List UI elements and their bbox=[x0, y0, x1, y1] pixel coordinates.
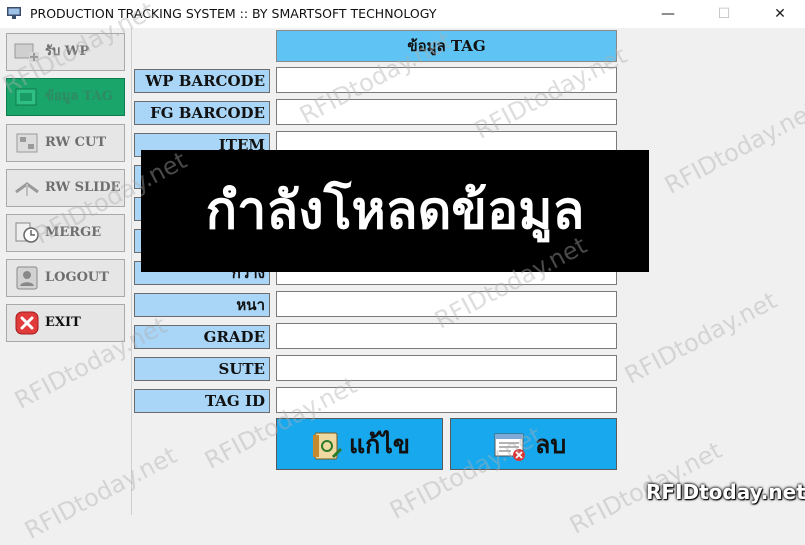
watermark: RFIDtoday.net bbox=[620, 286, 782, 390]
sidebar-item-receive-wp[interactable]: รับ WP bbox=[6, 33, 125, 71]
receive-wp-icon bbox=[14, 43, 39, 62]
field-label-tag-id: TAG ID bbox=[134, 389, 270, 413]
field-label-grade: GRADE bbox=[134, 325, 270, 349]
rw-slide-icon bbox=[15, 182, 39, 196]
logout-icon bbox=[16, 266, 38, 290]
merge-icon bbox=[15, 222, 39, 243]
delete-button[interactable]: ลบ bbox=[450, 418, 617, 470]
tag-id-input[interactable] bbox=[276, 387, 617, 413]
form-header: ข้อมูล TAG bbox=[276, 30, 617, 62]
sidebar-item-label: รับ WP bbox=[45, 44, 90, 59]
delete-icon bbox=[494, 433, 525, 461]
edit-button[interactable]: แก้ไข bbox=[276, 418, 443, 470]
watermark: RFIDtoday.net bbox=[660, 96, 805, 200]
sidebar-item-label: RW SLIDE bbox=[45, 180, 121, 195]
app-icon bbox=[7, 7, 21, 19]
loading-overlay: กำลังโหลดข้อมูล bbox=[141, 150, 649, 272]
sidebar-item-merge[interactable]: MERGE bbox=[6, 214, 125, 252]
wp-barcode-input[interactable] bbox=[276, 67, 617, 93]
maximize-button[interactable]: ☐ bbox=[701, 0, 747, 28]
title-bar: PRODUCTION TRACKING SYSTEM :: BY SMARTSO… bbox=[0, 0, 805, 28]
sute-input[interactable] bbox=[276, 355, 617, 381]
corner-watermark: RFIDtoday.net bbox=[646, 480, 805, 504]
window-title: PRODUCTION TRACKING SYSTEM :: BY SMARTSO… bbox=[30, 6, 437, 21]
exit-icon bbox=[15, 311, 39, 335]
edit-icon bbox=[313, 432, 343, 460]
minimize-button[interactable]: — bbox=[645, 0, 691, 28]
close-button[interactable]: ✕ bbox=[757, 0, 803, 28]
field-label-wp-barcode: WP BARCODE bbox=[134, 69, 270, 93]
tag-data-icon bbox=[15, 88, 37, 106]
fg-barcode-input[interactable] bbox=[276, 99, 617, 125]
delete-button-label: ลบ bbox=[535, 430, 567, 459]
sidebar: รับ WP ข้อมูล TAG RW CUT RW SLIDE MERGE … bbox=[0, 28, 132, 515]
sidebar-item-label: EXIT bbox=[45, 315, 81, 330]
sidebar-item-label: ข้อมูล TAG bbox=[45, 89, 113, 104]
field-label-fg-barcode: FG BARCODE bbox=[134, 101, 270, 125]
thickness-input[interactable] bbox=[276, 291, 617, 317]
field-label-thickness: หนา bbox=[134, 293, 270, 317]
sidebar-item-exit[interactable]: EXIT bbox=[6, 304, 125, 342]
edit-button-label: แก้ไข bbox=[349, 430, 410, 459]
sidebar-item-rw-cut[interactable]: RW CUT bbox=[6, 124, 125, 162]
sidebar-item-label: LOGOUT bbox=[45, 270, 109, 285]
sidebar-item-rw-slide[interactable]: RW SLIDE bbox=[6, 169, 125, 207]
sidebar-item-tag-data[interactable]: ข้อมูล TAG bbox=[6, 78, 125, 116]
sidebar-item-label: RW CUT bbox=[45, 135, 107, 150]
sidebar-item-label: MERGE bbox=[45, 225, 102, 240]
grade-input[interactable] bbox=[276, 323, 617, 349]
field-label-sute: SUTE bbox=[134, 357, 270, 381]
rw-cut-icon bbox=[16, 133, 38, 153]
sidebar-item-logout[interactable]: LOGOUT bbox=[6, 259, 125, 297]
